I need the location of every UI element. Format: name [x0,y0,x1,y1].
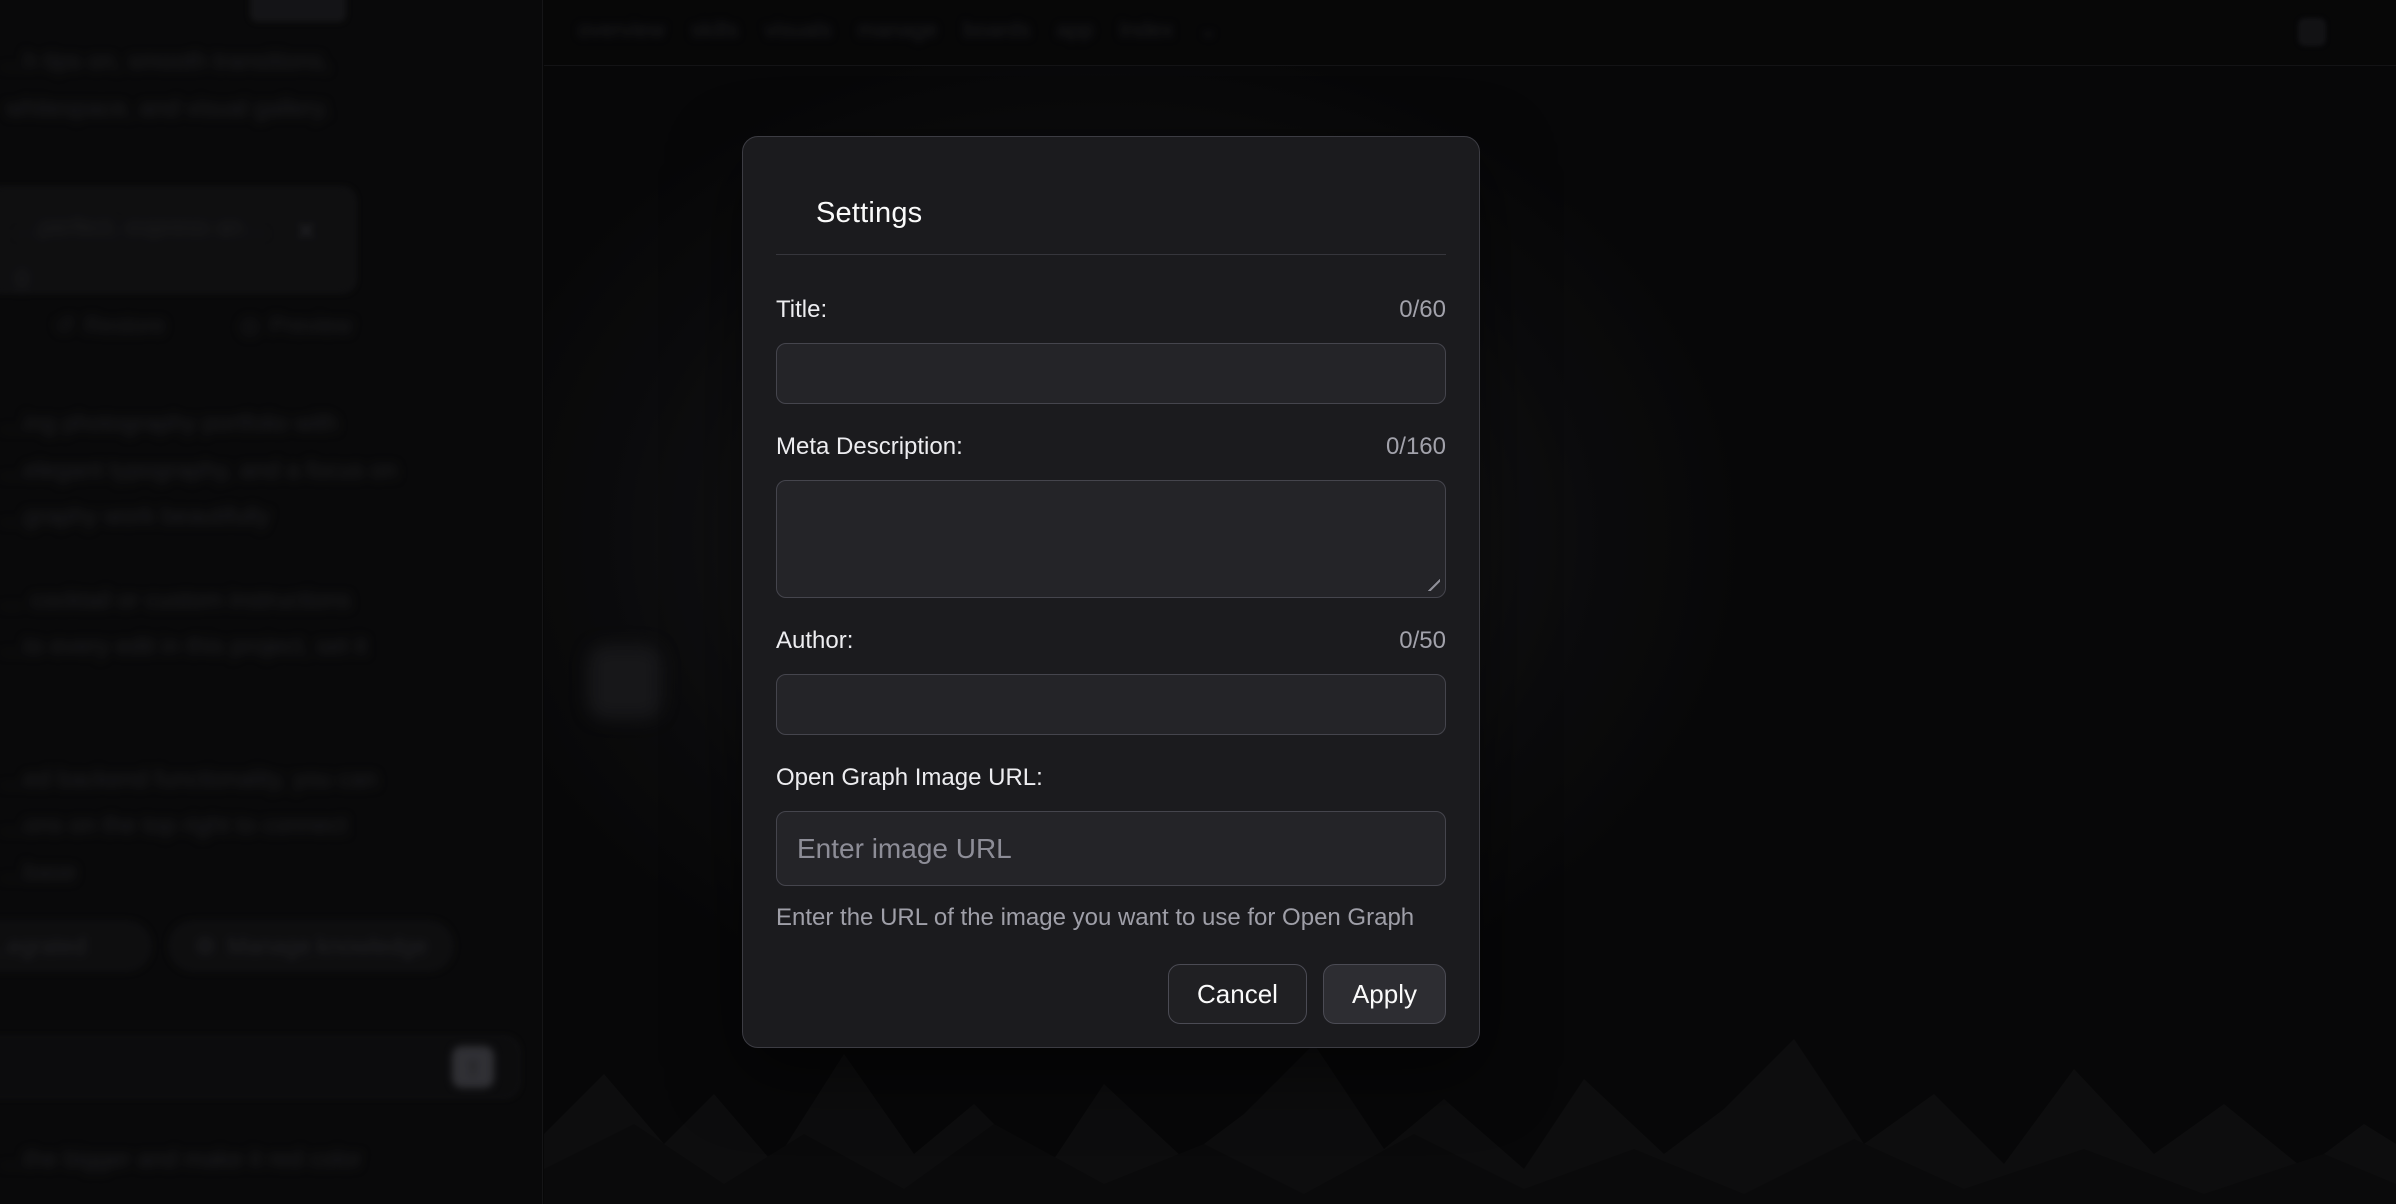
author-counter: 0/50 [1399,627,1446,655]
meta-description-counter: 0/160 [1386,433,1446,461]
settings-dialog: Settings Title: 0/60 Meta Description: 0… [742,136,1480,1048]
dialog-footer: Cancel Apply [776,964,1446,1024]
title-counter: 0/60 [1399,296,1446,324]
dialog-title: Settings [816,197,1446,230]
app-window: …h tips on, smooth transitions, whitespa… [0,0,2396,1204]
cancel-button[interactable]: Cancel [1168,964,1307,1024]
og-image-url-input[interactable] [776,811,1446,886]
meta-description-label: Meta Description: [776,433,963,461]
title-input[interactable] [776,343,1446,404]
meta-description-textarea[interactable] [776,480,1446,598]
author-field-group: Author: 0/50 [776,626,1446,735]
og-image-field-group: Open Graph Image URL: Enter the URL of t… [776,763,1446,932]
title-label: Title: [776,296,827,324]
meta-description-field-group: Meta Description: 0/160 [776,432,1446,598]
apply-button[interactable]: Apply [1323,964,1446,1024]
divider [776,254,1446,255]
og-image-label: Open Graph Image URL: [776,764,1043,792]
author-input[interactable] [776,674,1446,735]
og-image-help-text: Enter the URL of the image you want to u… [776,904,1446,932]
title-field-group: Title: 0/60 [776,295,1446,404]
author-label: Author: [776,627,853,655]
